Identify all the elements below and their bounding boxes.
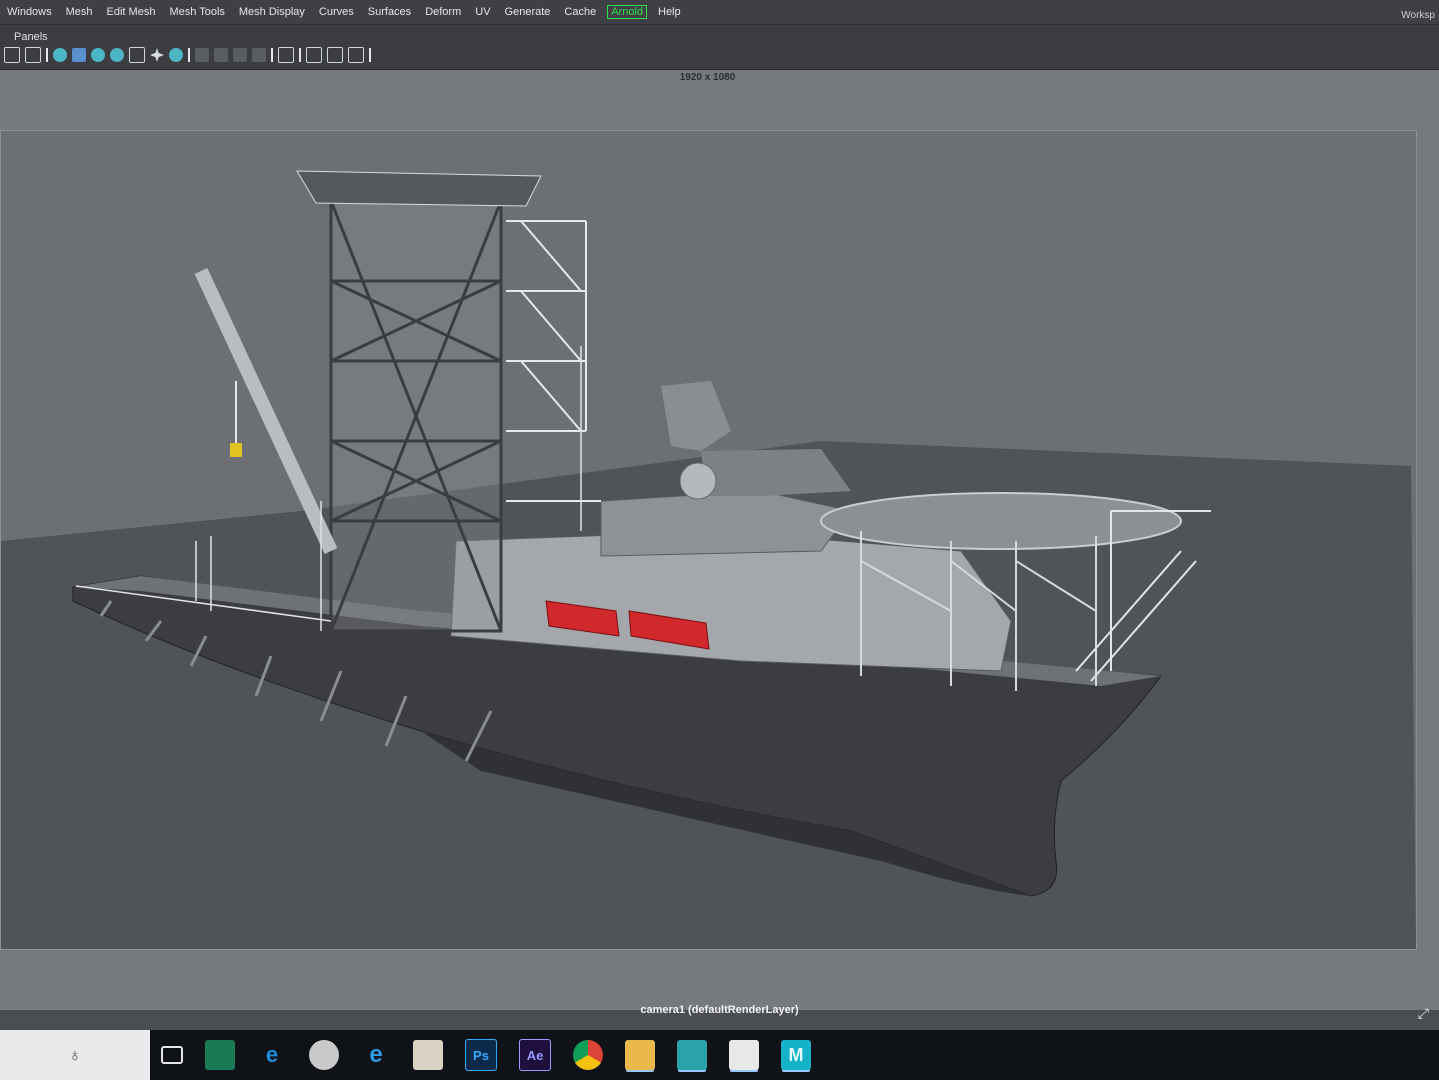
resolution-gate-label: 1920 x 1080 [679,72,736,83]
camera-attributes-icon[interactable] [4,47,20,63]
shadows-icon[interactable] [129,47,145,63]
ship-model[interactable] [1,131,1416,949]
grid-icon[interactable] [306,47,322,63]
menu-bar: Windows Mesh Edit Mesh Mesh Tools Mesh D… [0,0,1439,25]
ambient-occlusion-icon[interactable] [169,48,183,62]
maya-icon[interactable]: M [781,1040,811,1070]
resize-handle-icon[interactable]: ⤢ [1418,1005,1429,1022]
file-explorer-icon[interactable] [205,1040,235,1070]
bookmarks-icon[interactable] [25,47,41,63]
crane-hook [230,443,242,457]
photoshop-icon[interactable]: Ps [465,1039,497,1071]
menu-cache[interactable]: Cache [557,6,603,18]
edge-icon[interactable]: e [257,1040,287,1070]
derrick-stairs [506,220,601,502]
menu-curves[interactable]: Curves [312,6,361,18]
menu-mesh-tools[interactable]: Mesh Tools [162,6,231,18]
menu-windows[interactable]: Windows [0,6,59,18]
image-viewer-icon[interactable] [677,1040,707,1070]
folder-icon[interactable] [625,1040,655,1070]
internet-explorer-icon[interactable]: e [361,1040,391,1070]
microphone-icon: ♁ [68,1044,82,1065]
panel-toolbar: Panels [0,25,1439,70]
calculator-icon[interactable] [413,1040,443,1070]
derrick-tower [329,199,503,633]
after-effects-icon[interactable]: Ae [519,1039,551,1071]
menu-help[interactable]: Help [651,6,688,18]
smooth-shade-icon[interactable] [72,48,86,62]
menu-deform[interactable]: Deform [418,6,468,18]
derrick-top-platform [296,170,542,207]
xray-icon[interactable] [278,47,294,63]
crane-boom [194,268,338,554]
photos-icon[interactable] [729,1040,759,1070]
resolution-gate-icon[interactable] [348,47,364,63]
search-box[interactable]: ♁ [0,1030,150,1080]
camera-label: camera1 (defaultRenderLayer) [640,1004,799,1016]
wireframe-shading-icon[interactable] [53,48,67,62]
anti-aliasing-icon[interactable] [214,48,228,62]
menu-surfaces[interactable]: Surfaces [361,6,418,18]
menu-generate[interactable]: Generate [498,6,558,18]
viewport-toolbar [4,47,371,63]
film-gate-icon[interactable] [327,47,343,63]
menu-edit-mesh[interactable]: Edit Mesh [100,6,163,18]
light-icon[interactable] [150,48,164,62]
windows-taskbar: ♁ e e Ps Ae M [0,1030,1439,1080]
motion-blur-icon[interactable] [195,48,209,62]
helideck [820,492,1182,550]
menu-uv[interactable]: UV [468,6,497,18]
menu-arnold[interactable]: Arnold [607,5,647,19]
toolbar-separator [369,48,371,62]
lighting-icon[interactable] [110,48,124,62]
task-view-icon[interactable] [161,1046,183,1064]
toolbar-separator [271,48,273,62]
textured-icon[interactable] [91,48,105,62]
radar-dome [679,462,717,500]
isolate-select-icon[interactable] [252,48,266,62]
toolbar-separator [299,48,301,62]
snipping-tool-icon[interactable] [309,1040,339,1070]
depth-of-field-icon[interactable] [233,48,247,62]
mast-block [661,381,731,451]
toolbar-separator [46,48,48,62]
menu-mesh-display[interactable]: Mesh Display [232,6,312,18]
workspace-selector[interactable]: Worksp [1401,10,1435,21]
resolution-gate [0,130,1417,950]
3d-viewport[interactable]: 1920 x 1080 camera1 (defaultRenderLayer) [0,70,1439,1016]
menu-mesh[interactable]: Mesh [59,6,100,18]
panels-menu[interactable]: Panels [14,31,48,43]
chrome-icon[interactable] [573,1040,603,1070]
toolbar-separator [188,48,190,62]
